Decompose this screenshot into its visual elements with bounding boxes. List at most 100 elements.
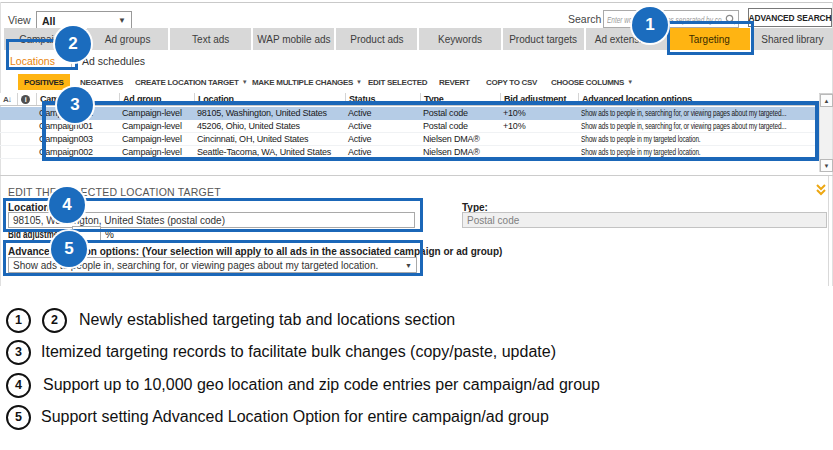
- annotation-number-circle: 1: [6, 308, 31, 333]
- annotation-number-circle: 3: [6, 340, 31, 365]
- table-row[interactable]: Campaign001Campaign-level98105, Washingt…: [0, 107, 819, 120]
- cell-bid-adjustment: +10%: [500, 107, 578, 119]
- type-input-disabled: Postal code: [462, 212, 827, 228]
- cell-bid-adjustment: [500, 133, 578, 145]
- tab-targeting[interactable]: Targeting: [669, 28, 750, 50]
- tab-shared-library[interactable]: Shared library: [752, 28, 833, 50]
- scroll-up-button[interactable]: ▲: [820, 94, 833, 107]
- toolbar-label: MAKE MULTIPLE CHANGES: [252, 78, 353, 87]
- toolbar-label: EDIT SELECTED: [368, 78, 427, 87]
- view-select-value: All: [42, 15, 55, 27]
- cell-campaign: Campaign002: [36, 146, 119, 158]
- app-top-border: [0, 2, 833, 3]
- column-header-bid-adjustment[interactable]: Bid adjustment: [500, 93, 578, 105]
- toolbar-negatives[interactable]: NEGATIVES: [80, 72, 123, 92]
- cell-ad-group: Campaign-level: [119, 133, 194, 145]
- tab-text-ads[interactable]: Text ads: [170, 28, 251, 50]
- toolbar-label: REVERT: [439, 78, 470, 87]
- table-row[interactable]: Campaign003Campaign-levelCincinnati, OH,…: [0, 133, 819, 146]
- locations-table: A↓iCampaignAd groupLocationStatusTypeBid…: [0, 93, 833, 175]
- cell-status: Active: [345, 133, 420, 145]
- toolbar-create-location-target[interactable]: CREATE LOCATION TARGET▼: [135, 72, 247, 92]
- toolbar-label: CHOOSE COLUMNS: [551, 78, 624, 87]
- column-header-status[interactable]: Status: [345, 93, 420, 105]
- tab-product-ads[interactable]: Product ads: [336, 28, 417, 50]
- cell-type: Nielsen DMA®: [420, 133, 500, 145]
- column-header-ad-group[interactable]: Ad group: [119, 93, 194, 105]
- cell-ad-group: Campaign-level: [119, 120, 194, 132]
- percent-sign: %: [105, 229, 114, 240]
- cell-advanced-location-options: Show ads to people in, searching for, or…: [578, 120, 819, 132]
- toolbar-label: CREATE LOCATION TARGET: [135, 78, 239, 87]
- tab-keywords[interactable]: Keywords: [419, 28, 500, 50]
- table-row[interactable]: Campaign001Campaign-level45206, Ohio, Un…: [0, 120, 819, 133]
- annotation-text: Support setting Advanced Location Option…: [41, 408, 549, 426]
- scroll-up-icon: ▲: [824, 98, 830, 104]
- cell-location: 98105, Washington, United States: [194, 107, 345, 119]
- callout-circle-5: 5: [51, 231, 87, 267]
- annotation-number-circle: 2: [42, 308, 67, 333]
- table-row[interactable]: Campaign002Campaign-levelSeattle-Tacoma,…: [0, 146, 819, 159]
- sort-column-header[interactable]: A↓: [0, 93, 17, 105]
- info-column-header[interactable]: i: [17, 93, 36, 105]
- toolbar-label: POSITIVES: [24, 78, 64, 87]
- collapse-panel-icon[interactable]: [814, 183, 828, 197]
- subtab-locations[interactable]: Locations: [10, 55, 55, 67]
- cell-bid-adjustment: +10%: [500, 120, 578, 132]
- cell-location: Cincinnati, OH, United States: [194, 133, 345, 145]
- cell-location: Seattle-Tacoma, WA, United States: [194, 146, 345, 158]
- cell-text: Show ads to people in, searching for, or…: [581, 120, 786, 132]
- cell-bid-adjustment: [500, 146, 578, 158]
- toolbar-make-multiple-changes[interactable]: MAKE MULTIPLE CHANGES▼: [252, 72, 362, 92]
- annotation-line: 12Newly established targeting tab and lo…: [6, 308, 455, 333]
- column-header-advanced-location-options[interactable]: Advanced location options: [578, 93, 819, 105]
- callout-circle-4: 4: [49, 187, 85, 223]
- cell-ad-group: Campaign-level: [119, 146, 194, 158]
- callout-circle-3: 3: [57, 87, 93, 123]
- column-header-type[interactable]: Type: [420, 93, 500, 105]
- chevron-down-icon: ▼: [405, 262, 412, 269]
- table-header-row: A↓iCampaignAd groupLocationStatusTypeBid…: [0, 93, 819, 106]
- callout-circle-2: 2: [55, 26, 91, 62]
- edit-panel-right-border: [828, 176, 829, 286]
- info-icon: i: [21, 95, 30, 104]
- cell-location: 45206, Ohio, United States: [194, 120, 345, 132]
- advanced-search-button[interactable]: ADVANCED SEARCH: [748, 8, 832, 27]
- annotation-line: 3 Itemized targeting records to facilitat…: [6, 340, 556, 365]
- scroll-down-button[interactable]: ▼: [820, 159, 833, 172]
- tab-ad-groups[interactable]: Ad groups: [87, 28, 168, 50]
- chevron-down-icon: ▼: [627, 79, 633, 85]
- cell-advanced-location-options: Show ads to people in my targeted locati…: [578, 146, 819, 158]
- cell-text: Show ads to people in, searching for, or…: [581, 107, 786, 119]
- toolbar-edit-selected[interactable]: EDIT SELECTED: [368, 72, 427, 92]
- toolbar-choose-columns[interactable]: CHOOSE COLUMNS▼: [551, 72, 633, 92]
- annotation-legend: 12Newly established targeting tab and lo…: [0, 295, 833, 450]
- location-input-value: 98105, Washington, United States (postal…: [13, 215, 225, 226]
- search-input[interactable]: Enter words or phrases separated by co: [603, 10, 739, 28]
- view-label: View: [8, 14, 31, 26]
- annotation-text: Itemized targeting records to facilitate…: [41, 343, 556, 361]
- chevron-down-icon: ▼: [242, 79, 248, 85]
- toolbar-copy-to-csv[interactable]: COPY TO CSV: [486, 72, 537, 92]
- annotation-text: Support up to 10,000 geo location and zi…: [43, 376, 600, 394]
- cell-status: Active: [345, 120, 420, 132]
- tab-product-targets[interactable]: Product targets: [503, 28, 584, 50]
- edit-panel-title: EDIT THE SELECTED LOCATION TARGET: [8, 186, 221, 198]
- subtab-ad-schedules[interactable]: Ad schedules: [82, 55, 145, 67]
- cell-ad-group: Campaign-level: [119, 107, 194, 119]
- cell-advanced-location-options: Show ads to people in my targeted locati…: [578, 133, 819, 145]
- toolbar-label: NEGATIVES: [80, 78, 123, 87]
- tab-wap-mobile-ads[interactable]: WAP mobile ads: [253, 28, 334, 50]
- vertical-scrollbar[interactable]: ▲ ▼: [819, 94, 832, 172]
- annotation-number-circle: 4: [6, 373, 31, 398]
- edit-location-panel: EDIT THE SELECTED LOCATION TARGET Locati…: [0, 176, 833, 286]
- screenshot-root: View All ▼ Search Enter words or phrases…: [0, 0, 833, 450]
- sort-icon: A↓: [3, 95, 11, 104]
- column-header-location[interactable]: Location: [194, 93, 345, 105]
- callout-circle-1: 1: [632, 7, 668, 43]
- cell-type: Postal code: [420, 120, 500, 132]
- cell-status: Active: [345, 146, 420, 158]
- toolbar-revert[interactable]: REVERT: [439, 72, 470, 92]
- toolbar-positives[interactable]: POSITIVES: [18, 74, 70, 90]
- scroll-down-icon: ▼: [824, 163, 830, 169]
